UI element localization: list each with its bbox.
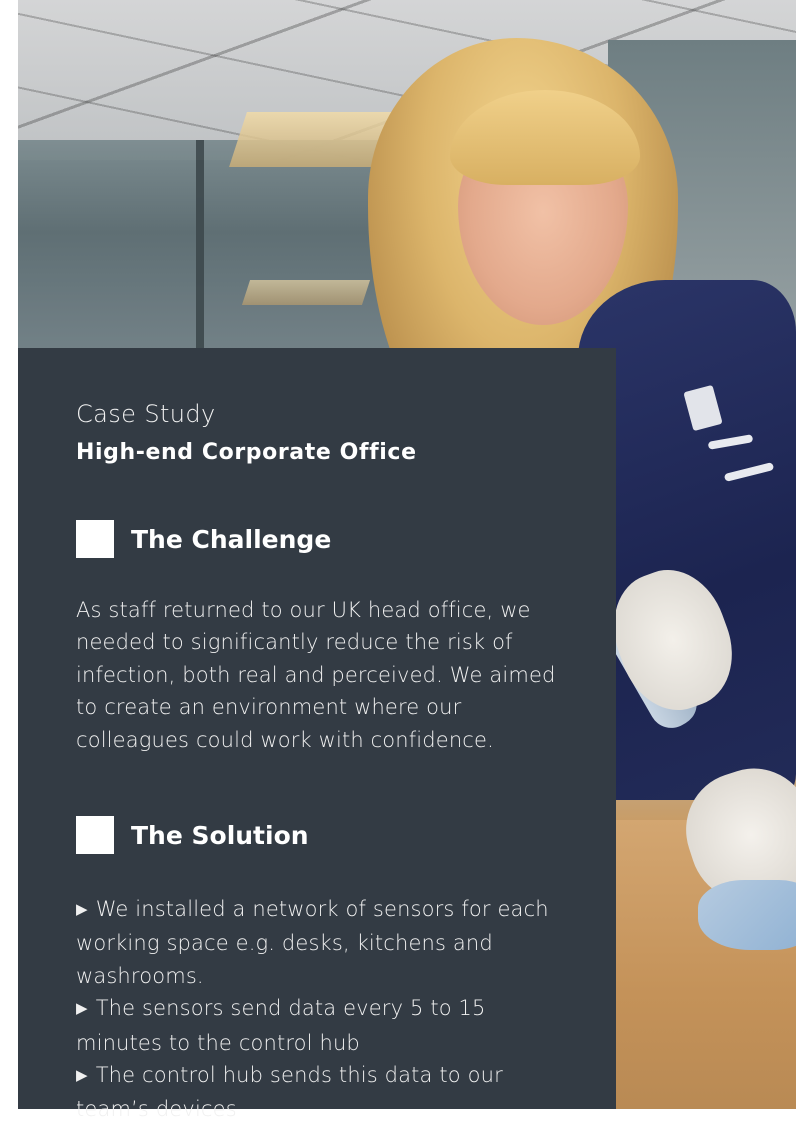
list-item: ▶ The control hub sends this data to our … [76,1059,576,1126]
challenge-heading: The Challenge [76,520,331,558]
white-square-icon [76,520,114,558]
bullet-text: The control hub sends this data to our t… [76,1063,503,1122]
list-item: ▶ The sensors send data every 5 to 15 min… [76,992,576,1059]
triangle-right-icon: ▶ [76,1066,88,1085]
solution-title: The Solution [131,820,309,850]
ceiling-light-reflection [241,280,371,305]
case-study-panel: Case Study High-end Corporate Office The… [18,348,616,1121]
list-item: ▶ We installed a network of sensors for e… [76,893,576,992]
case-study-title: High-end Corporate Office [76,440,417,465]
bullet-text: We installed a network of sensors for ea… [76,897,549,988]
solution-heading: The Solution [76,816,309,854]
triangle-right-icon: ▶ [76,900,88,918]
white-square-icon [76,816,114,854]
bullet-text: The sensors send data every 5 to 15 minu… [76,996,486,1055]
solution-list: ▶ We installed a network of sensors for e… [76,893,576,1126]
case-study-label: Case Study [76,400,216,428]
cleaning-cloth [698,880,796,950]
challenge-text: As staff returned to our UK head office,… [76,598,556,752]
triangle-right-icon: ▶ [76,999,88,1018]
challenge-title: The Challenge [131,524,332,554]
